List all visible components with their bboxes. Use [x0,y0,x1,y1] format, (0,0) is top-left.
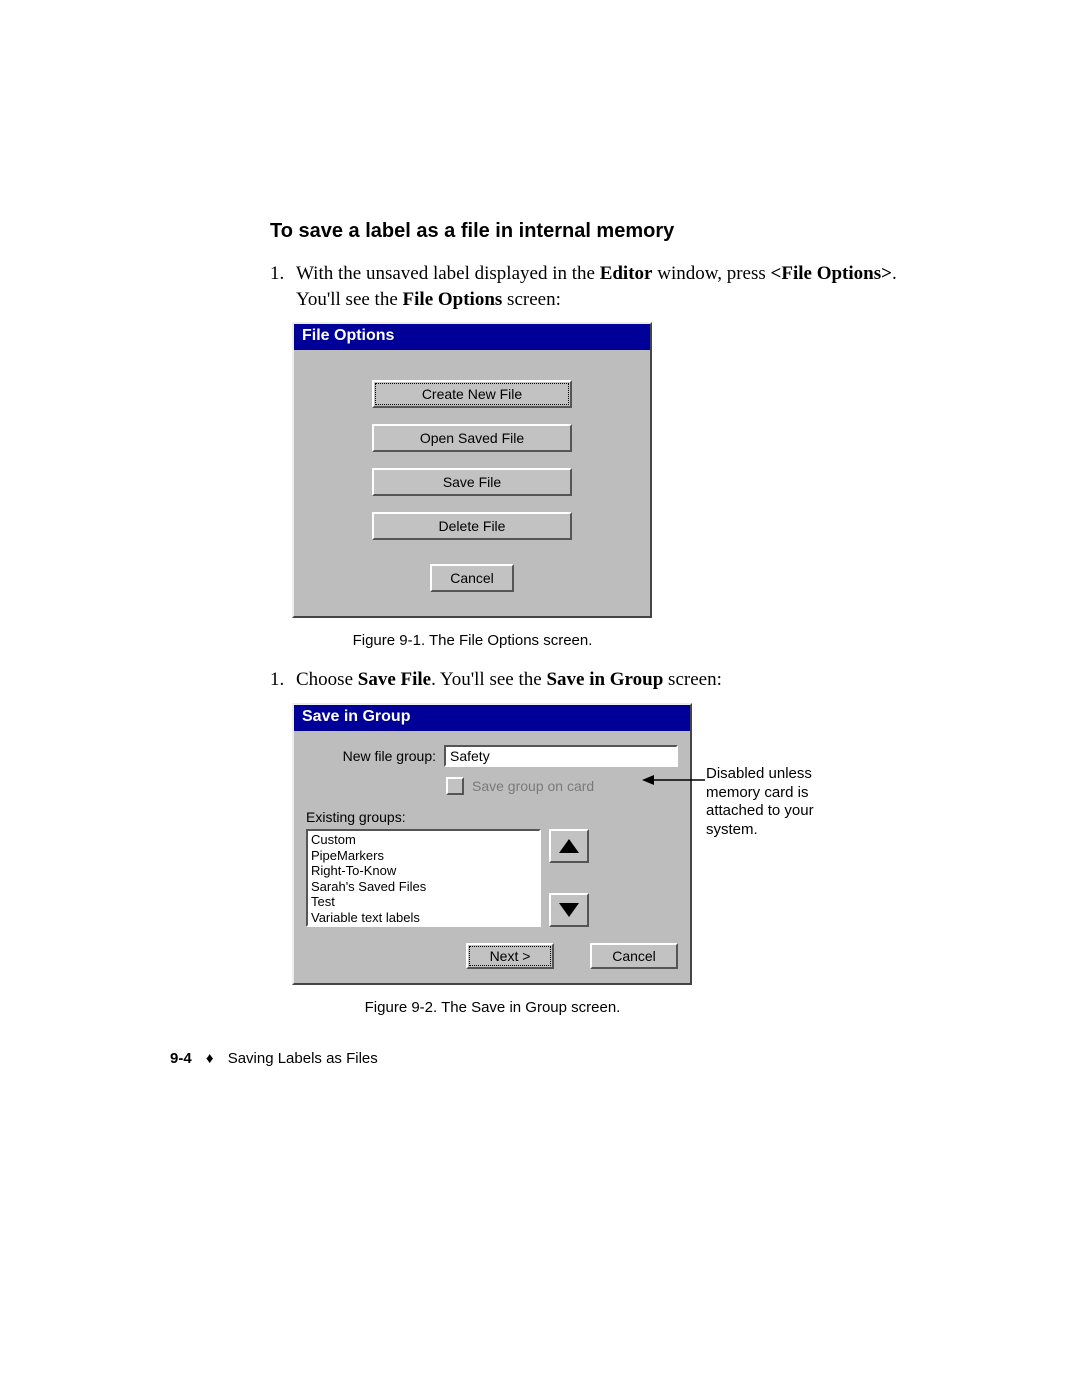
footer-title: Saving Labels as Files [228,1050,378,1067]
window-title: Save in Group [294,705,690,731]
figure-2-row: Save in Group New file group: Save group… [292,703,930,985]
t: Choose [296,669,358,690]
delete-file-button[interactable]: Delete File [372,512,572,540]
step-text: Choose Save File. You'll see the Save in… [296,667,930,693]
t: With the unsaved label displayed in the [296,263,600,284]
list-item[interactable]: PipeMarkers [311,848,536,864]
file-options-window: File Options Create New File Open Saved … [292,322,652,618]
save-on-card-label: Save group on card [472,778,594,794]
step-1: 1. With the unsaved label displayed in t… [270,261,930,312]
existing-groups-listbox[interactable]: Custom PipeMarkers Right-To-Know Sarah's… [306,829,541,927]
step-number: 1. [270,261,296,312]
cancel-button[interactable]: Cancel [430,564,514,592]
list-item[interactable]: Right-To-Know [311,863,536,879]
save-file-button[interactable]: Save File [372,468,572,496]
cancel-button[interactable]: Cancel [590,943,678,969]
triangle-down-icon [559,903,579,917]
list-item[interactable]: Variable text labels [311,910,536,926]
save-on-card-checkbox[interactable] [446,777,464,795]
figure-caption-1: Figure 9-1. The File Options screen. [270,632,675,649]
t-bold: <File Options> [771,263,892,284]
new-file-group-row: New file group: [306,745,678,767]
callout-text: Disabled unless memory card is attached … [706,765,851,840]
list-spin-buttons [549,829,589,927]
list-item[interactable]: Test [311,894,536,910]
new-file-group-label: New file group: [306,748,444,764]
step-2: 1. Choose Save File. You'll see the Save… [270,667,930,693]
file-options-body: Create New File Open Saved File Save Fil… [294,350,650,616]
t: . You'll see the [431,669,546,690]
page-number: 9-4 [170,1050,192,1067]
callout-arrow-icon [642,773,706,787]
t-bold: Editor [600,263,653,284]
existing-groups-row: Custom PipeMarkers Right-To-Know Sarah's… [306,829,678,927]
page-footer: 9-4 ♦ Saving Labels as Files [170,1050,378,1067]
list-item[interactable]: Custom [311,832,536,848]
dialog-button-row: Next > Cancel [306,943,678,969]
section-heading: To save a label as a file in internal me… [270,220,930,243]
t: screen: [502,289,561,310]
step-text: With the unsaved label displayed in the … [296,261,930,312]
existing-groups-label: Existing groups: [306,809,678,825]
t-bold: Save File [358,669,431,690]
new-file-group-input[interactable] [444,745,678,767]
figure-caption-2: Figure 9-2. The Save in Group screen. [270,999,715,1016]
t: screen: [663,669,722,690]
list-item[interactable]: Sarah's Saved Files [311,879,536,895]
open-saved-file-button[interactable]: Open Saved File [372,424,572,452]
t-bold: Save in Group [546,669,663,690]
diamond-icon: ♦ [206,1050,214,1067]
next-button[interactable]: Next > [466,943,554,969]
save-in-group-body: New file group: Save group on card Exist… [294,731,690,983]
scroll-down-button[interactable] [549,893,589,927]
create-new-file-button[interactable]: Create New File [372,380,572,408]
window-title: File Options [294,324,650,350]
t: window, press [652,263,770,284]
t-bold: File Options [403,289,503,310]
save-in-group-window: Save in Group New file group: Save group… [292,703,692,985]
callout-body: Disabled unless memory card is attached … [706,765,814,838]
document-page: To save a label as a file in internal me… [0,0,1080,1397]
scroll-up-button[interactable] [549,829,589,863]
triangle-up-icon [559,839,579,853]
step-number: 1. [270,667,296,693]
